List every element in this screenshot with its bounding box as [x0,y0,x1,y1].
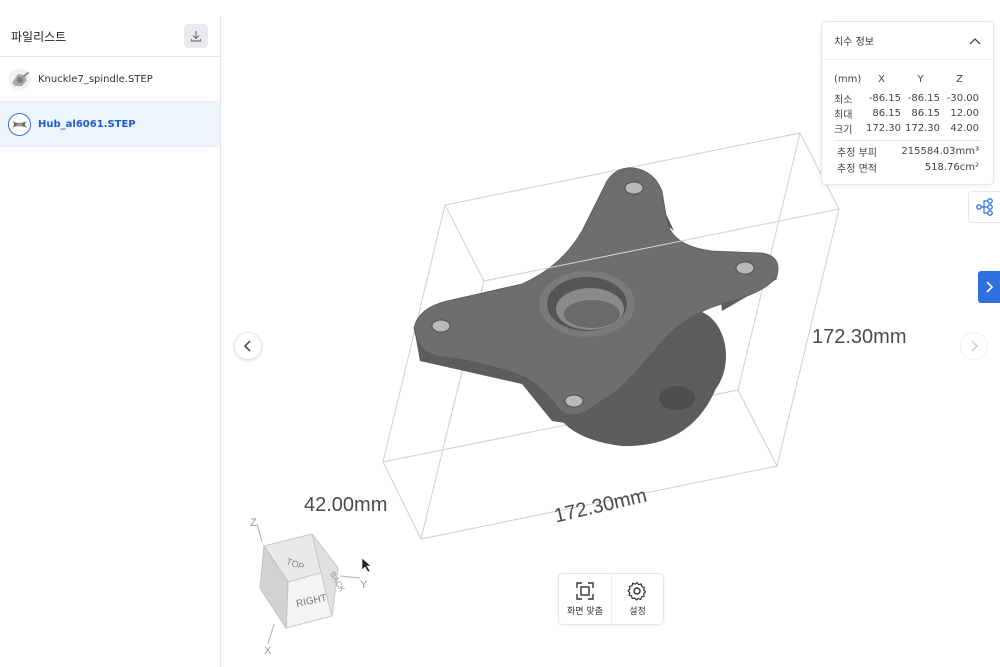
tree-structure-icon [975,198,993,216]
cell-z: 42.00 [950,123,979,134]
cell-x: 86.15 [872,108,901,119]
cell-z: -30.00 [946,93,979,104]
fit-to-screen-button[interactable]: 화면 맞춤 [559,574,611,624]
file-name: Knuckle7_spindle.STEP [38,73,153,85]
divider [834,140,981,141]
table-row: 크기 172.30 172.30 42.00 [834,121,979,136]
area-row: 추정 면적 518.76cm² [837,159,979,175]
axis-z-label: Z [250,517,257,529]
fit-screen-icon [576,582,594,600]
3d-viewer[interactable]: 172.30mm 172.30mm 42.00mm 치수 정보 (mm) X Y… [222,16,1000,667]
table-row: 최대 86.15 86.15 12.00 [834,106,979,121]
mouse-cursor-icon [361,557,372,573]
settings-button[interactable]: 설정 [610,574,663,624]
top-strip [0,0,1000,16]
expand-panel-button[interactable] [978,271,1000,303]
row-label: 최대 [834,110,853,121]
volume-value: 215584.03mm³ [901,145,979,157]
area-label: 추정 면적 [837,163,877,175]
file-item-knuckle[interactable]: Knuckle7_spindle.STEP [0,57,220,102]
chevron-up-icon[interactable] [969,37,981,45]
axis-y-label: Y [360,579,368,591]
sidebar-header: 파일리스트 [0,16,220,57]
dimension-panel-header[interactable]: 치수 정보 [822,22,993,60]
chevron-right-icon [986,281,994,293]
dimension-panel-title: 치수 정보 [834,37,874,48]
unit-header: (mm) [834,74,862,85]
dimension-table: (mm) X Y Z 최소 -86.15 -86.15 -30.00 최대 86… [834,72,979,136]
fit-to-screen-label: 화면 맞춤 [567,607,603,617]
file-thumb-icon [8,112,31,136]
table-header-row: (mm) X Y Z [834,72,979,87]
bottom-toolbar: 화면 맞춤 설정 [558,573,664,625]
hub-part[interactable] [413,167,779,447]
cell-x: 172.30 [866,123,901,134]
file-thumb-icon [8,68,31,91]
volume-row: 추정 부피 215584.03mm³ [837,143,979,159]
row-label: 최소 [834,95,853,106]
file-name: Hub_al6061.STEP [38,118,136,130]
axis-x-label: X [264,645,272,656]
row-label: 크기 [834,125,853,136]
chevron-right-icon [971,340,978,352]
previous-button[interactable] [234,332,262,360]
cell-z: 12.00 [950,108,979,119]
cell-y: -86.15 [907,93,940,104]
tree-structure-button[interactable] [968,191,1000,223]
area-value: 518.76cm² [924,161,979,173]
download-button[interactable] [184,24,208,48]
y-header: Y [917,74,924,85]
settings-label: 설정 [629,607,646,617]
x-header: X [878,74,885,85]
file-list-sidebar: 파일리스트 Knuckle7_spindle.STEP Hub_al6061.S… [0,16,221,667]
sidebar-title: 파일리스트 [11,29,67,44]
height-dimension-label: 172.30mm [812,326,907,348]
z-header: Z [956,74,963,85]
app-window: 파일리스트 Knuckle7_spindle.STEP Hub_al6061.S… [0,0,1000,667]
cell-x: -86.15 [868,93,901,104]
cell-y: 86.15 [911,108,940,119]
next-button[interactable] [960,332,988,360]
download-icon [190,31,202,42]
volume-label: 추정 부피 [837,147,877,159]
file-item-hub[interactable]: Hub_al6061.STEP [0,102,220,147]
gear-icon [627,581,647,601]
chevron-left-icon [244,340,251,352]
dimension-info-panel: 치수 정보 (mm) X Y Z 최소 -86.15 -86.15 -30.00 [821,21,994,185]
cell-y: 172.30 [905,123,940,134]
table-row: 최소 -86.15 -86.15 -30.00 [834,91,979,106]
view-cube[interactable]: Z Y X TOP RIGHT BACK [242,506,372,660]
